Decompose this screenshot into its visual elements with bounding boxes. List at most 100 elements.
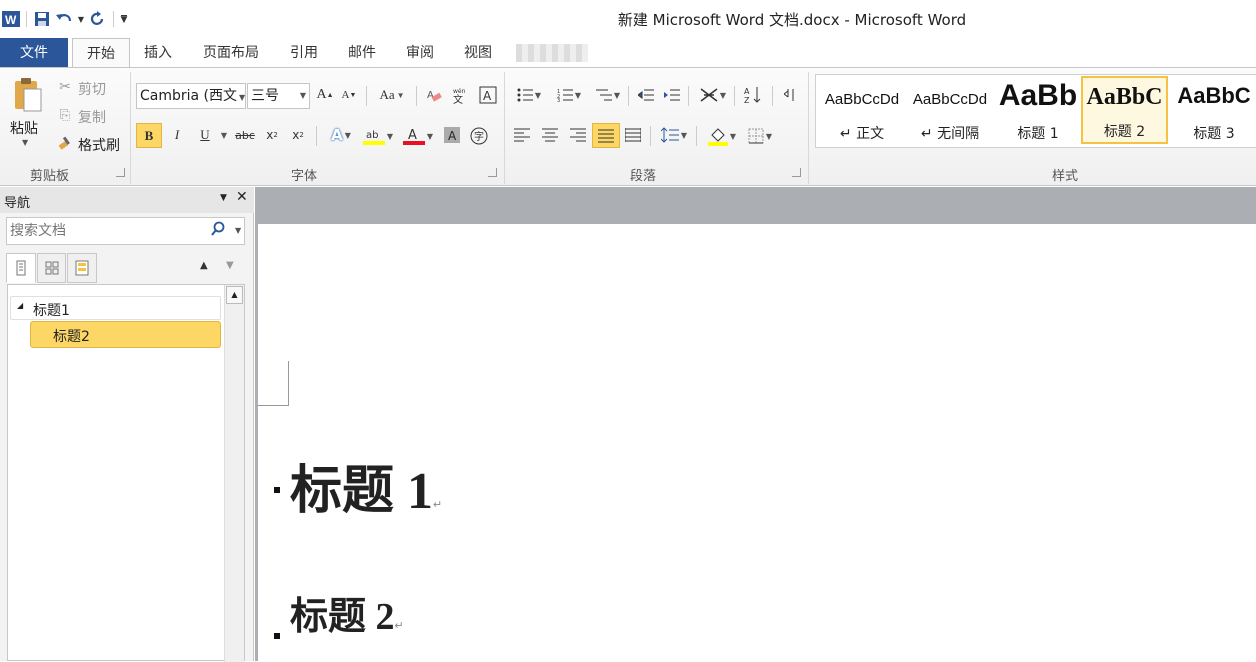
copy-button[interactable]: 复制 bbox=[78, 107, 106, 127]
change-case-label: Aa bbox=[379, 87, 395, 102]
multilevel-list-icon[interactable]: ▼ bbox=[592, 85, 624, 105]
copy-icon[interactable]: ⎘ bbox=[56, 106, 74, 124]
document-page[interactable]: 标题 1↵ 标题 2↵ bbox=[258, 224, 1256, 661]
bold-button[interactable]: B bbox=[136, 123, 162, 148]
navigation-pane: 导航 ▼ ✕ ▼ ▲ ▼ ◢ 标题1 标题2 ▲ bbox=[0, 187, 254, 662]
margin-corner bbox=[258, 405, 289, 406]
clipboard-launcher-icon[interactable] bbox=[116, 168, 125, 177]
decrease-indent-icon[interactable] bbox=[636, 85, 656, 105]
change-case-button[interactable]: Aa ▼ bbox=[376, 85, 408, 105]
tab-file[interactable]: 文件 bbox=[0, 38, 68, 68]
document-area: 标题 1↵ 标题 2↵ bbox=[255, 187, 1256, 661]
style-heading3[interactable]: AaBbC 标题 3 bbox=[1170, 77, 1256, 145]
underline-label: U bbox=[200, 127, 210, 142]
line-spacing-icon[interactable]: ▼ bbox=[658, 125, 690, 145]
search-options-icon[interactable]: ▼ bbox=[235, 226, 241, 235]
font-size-value: 三号 bbox=[251, 88, 279, 104]
svg-text:A: A bbox=[448, 129, 457, 143]
blurred-tab bbox=[516, 44, 588, 62]
next-heading-icon[interactable]: ▼ bbox=[226, 260, 234, 271]
style-heading1-sample: AaBb bbox=[998, 79, 1078, 112]
italic-button[interactable]: I bbox=[168, 125, 186, 145]
svg-text:Z: Z bbox=[744, 96, 750, 104]
numbering-icon[interactable]: 1 2 3 ▼ bbox=[552, 85, 586, 105]
results-view-icon[interactable] bbox=[67, 253, 98, 283]
shading-icon[interactable]: ▼ bbox=[704, 125, 740, 147]
style-no-spacing-sample: AaBbCcDd bbox=[912, 91, 988, 108]
format-painter-icon[interactable] bbox=[56, 134, 74, 152]
nav-menu-icon[interactable]: ▼ bbox=[220, 193, 227, 203]
collapse-icon[interactable]: ◢ bbox=[17, 301, 23, 310]
borders-icon[interactable]: ▼ bbox=[744, 125, 776, 147]
nav-close-icon[interactable]: ✕ bbox=[236, 189, 248, 205]
style-heading2[interactable]: AaBbC 标题 2 bbox=[1081, 76, 1168, 144]
text-effects-icon[interactable]: A ▼ bbox=[326, 125, 356, 145]
highlight-icon[interactable]: ab ▼ bbox=[360, 125, 396, 147]
show-marks-icon[interactable] bbox=[780, 85, 800, 105]
style-no-spacing[interactable]: AaBbCcDd ↵ 无间隔 bbox=[906, 77, 994, 145]
scroll-up-icon[interactable]: ▲ bbox=[226, 286, 243, 304]
underline-button[interactable]: U bbox=[194, 125, 216, 145]
style-normal[interactable]: AaBbCcDd ↵ 正文 bbox=[818, 77, 906, 145]
tab-view[interactable]: 视图 bbox=[458, 38, 498, 68]
cut-button[interactable]: 剪切 bbox=[78, 79, 106, 99]
search-icon[interactable] bbox=[211, 221, 225, 241]
tab-review[interactable]: 审阅 bbox=[400, 38, 440, 68]
margin-corner bbox=[288, 361, 289, 405]
nav-search-box[interactable]: ▼ bbox=[6, 217, 245, 245]
tab-page-layout[interactable]: 页面布局 bbox=[196, 38, 266, 68]
font-name-combo[interactable]: Cambria (西文 ▼ bbox=[136, 83, 246, 109]
shrink-font-button[interactable]: A ▼ bbox=[340, 85, 358, 105]
nav-item-heading1[interactable]: ◢ 标题1 bbox=[10, 296, 221, 320]
paragraph-group-label: 段落 bbox=[630, 169, 657, 184]
doc-heading2[interactable]: 标题 2↵ bbox=[290, 596, 404, 640]
tab-references[interactable]: 引用 bbox=[284, 38, 324, 68]
font-color-icon[interactable]: A ▼ bbox=[400, 125, 436, 147]
subscript-icon[interactable]: x2 bbox=[262, 125, 282, 145]
style-heading2-sample: AaBbC bbox=[1086, 84, 1163, 110]
ribbon-tab-bar: 文件 开始 插入 页面布局 引用 邮件 审阅 视图 bbox=[0, 38, 1256, 69]
nav-search-input[interactable] bbox=[8, 219, 204, 243]
paste-icon[interactable] bbox=[8, 74, 46, 114]
style-heading3-sample: AaBbC bbox=[1177, 83, 1251, 108]
format-painter-button[interactable]: 格式刷 bbox=[78, 135, 120, 155]
headings-view-icon[interactable] bbox=[6, 253, 36, 283]
increase-indent-icon[interactable] bbox=[662, 85, 682, 105]
nav-item-heading2[interactable]: 标题2 bbox=[30, 321, 221, 348]
sort-icon[interactable]: AZ bbox=[742, 85, 764, 105]
grow-font-button[interactable]: A ▲ bbox=[316, 85, 334, 105]
svg-text:3: 3 bbox=[557, 98, 560, 102]
strikethrough-button[interactable]: abc bbox=[234, 125, 256, 145]
bullets-icon[interactable]: ▼ bbox=[512, 85, 546, 105]
phonetic-guide-icon[interactable]: wén 文 bbox=[450, 85, 470, 105]
align-center-icon[interactable] bbox=[540, 125, 560, 145]
nav-view-tabs bbox=[6, 253, 98, 283]
clear-format-icon[interactable]: A bbox=[424, 85, 444, 105]
nav-scrollbar[interactable]: ▲ bbox=[224, 285, 244, 662]
underline-dropdown-icon[interactable]: ▼ bbox=[218, 125, 228, 145]
style-normal-sample: AaBbCcDd bbox=[824, 91, 900, 108]
style-heading1[interactable]: AaBb 标题 1 bbox=[994, 77, 1082, 145]
italic-label: I bbox=[174, 127, 180, 142]
cut-icon[interactable]: ✂ bbox=[56, 78, 74, 96]
enclose-character-icon[interactable]: 字 bbox=[468, 125, 490, 147]
paragraph-launcher-icon[interactable] bbox=[792, 168, 801, 177]
align-left-icon[interactable] bbox=[512, 125, 532, 145]
tab-home[interactable]: 开始 bbox=[72, 38, 130, 69]
doc-heading1[interactable]: 标题 1↵ bbox=[290, 462, 442, 522]
align-right-icon[interactable] bbox=[568, 125, 588, 145]
chinese-layout-icon[interactable]: ▼ bbox=[696, 85, 730, 105]
distributed-icon[interactable] bbox=[622, 125, 644, 145]
character-border-icon[interactable]: A bbox=[478, 85, 498, 105]
pages-view-icon[interactable] bbox=[36, 253, 67, 283]
character-shading-icon[interactable]: A bbox=[442, 125, 462, 145]
justify-icon[interactable] bbox=[592, 123, 620, 148]
grow-font-label: A bbox=[316, 87, 327, 102]
superscript-icon[interactable]: x2 bbox=[288, 125, 308, 145]
previous-heading-icon[interactable]: ▲ bbox=[200, 260, 208, 271]
font-size-combo[interactable]: 三号 ▼ bbox=[247, 83, 310, 109]
font-launcher-icon[interactable] bbox=[488, 168, 497, 177]
tab-mailings[interactable]: 邮件 bbox=[342, 38, 382, 68]
tab-insert[interactable]: 插入 bbox=[138, 38, 178, 68]
paste-button[interactable]: 粘贴 bbox=[10, 118, 38, 138]
